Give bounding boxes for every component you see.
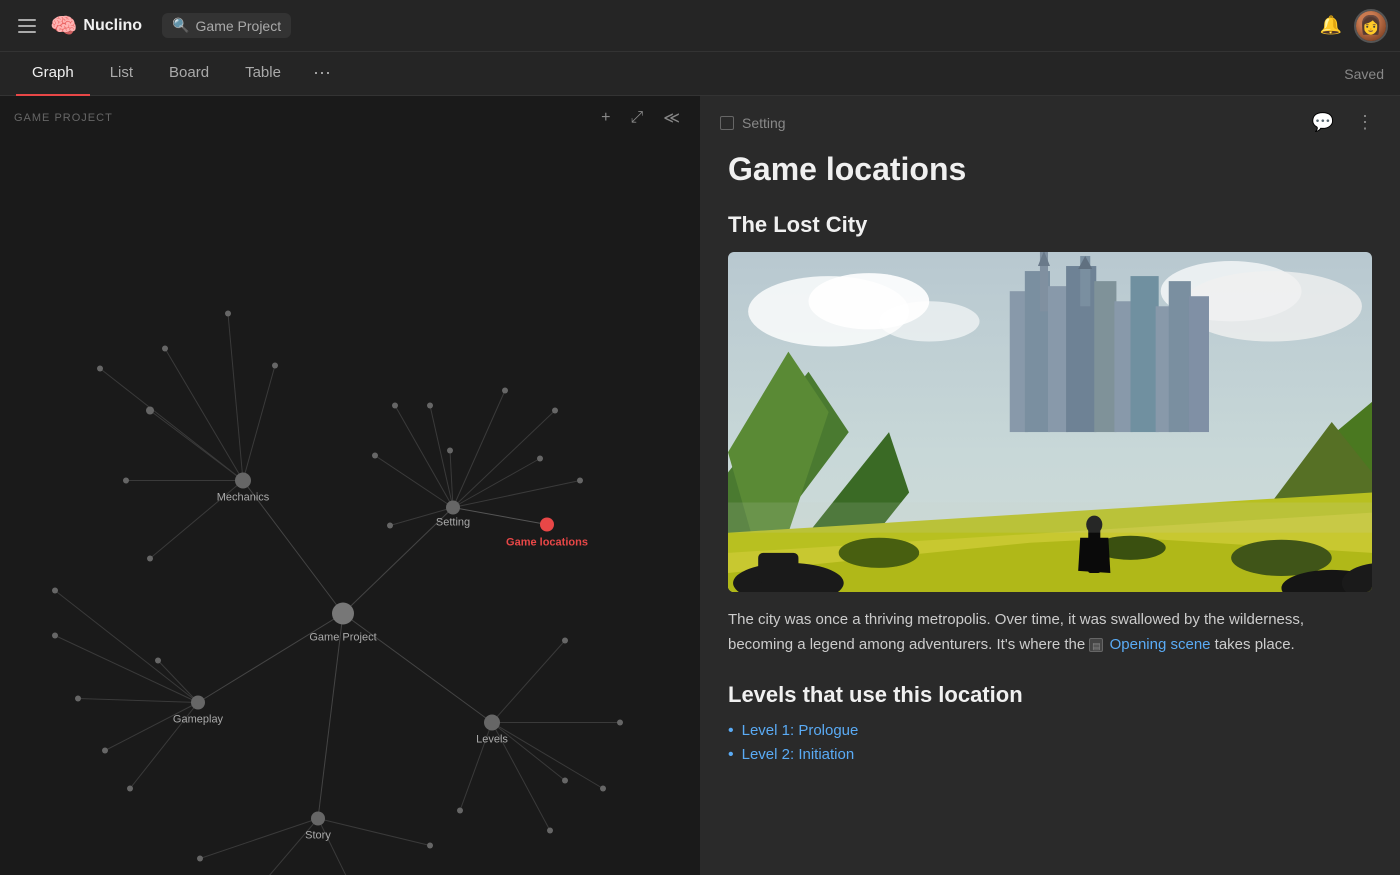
search-icon: 🔍 (172, 17, 189, 34)
doc-header: Setting 💬 ⋮ (700, 96, 1400, 143)
svg-text:Game Project: Game Project (309, 632, 376, 644)
app-name: Nuclino (83, 17, 142, 35)
doc-actions: 💬 ⋮ (1306, 110, 1380, 135)
graph-panel: GAME PROJECT + ⤢ ≪ (0, 96, 700, 875)
brain-icon: 🧠 (50, 13, 77, 39)
more-options-icon[interactable]: ⋯ (309, 59, 335, 88)
collapse-button[interactable]: ≪ (657, 106, 686, 130)
breadcrumb: Setting (720, 115, 786, 131)
svg-text:Gameplay: Gameplay (173, 714, 224, 726)
breadcrumb-text: Setting (742, 115, 786, 131)
opening-scene-link[interactable]: Opening scene (1110, 636, 1211, 653)
avatar-image: 👩 (1356, 9, 1386, 43)
doc-paragraph: The city was once a thriving metropolis.… (728, 608, 1372, 658)
notification-bell-icon[interactable]: 🔔 (1320, 15, 1342, 36)
graph-canvas[interactable]: Game Project Mechanics Setting Game loca… (0, 96, 700, 875)
tab-table[interactable]: Table (229, 52, 297, 96)
comment-button[interactable]: 💬 (1306, 110, 1340, 135)
top-nav: 🧠 Nuclino 🔍 Game Project 🔔 👩 (0, 0, 1400, 52)
more-options-button[interactable]: ⋮ (1350, 110, 1380, 135)
svg-text:Game locations: Game locations (506, 537, 588, 549)
graph-controls: + ⤢ ≪ (595, 106, 686, 130)
breadcrumb-checkbox[interactable] (720, 116, 734, 130)
nav-right: 🔔 👩 (1320, 9, 1388, 43)
graph-panel-title: GAME PROJECT (14, 112, 113, 124)
level-2-item[interactable]: Level 2: Initiation (728, 746, 1372, 764)
tab-board[interactable]: Board (153, 52, 225, 96)
search-bar[interactable]: 🔍 Game Project (162, 13, 291, 38)
levels-list: Level 1: Prologue Level 2: Initiation (728, 722, 1372, 764)
tab-graph[interactable]: Graph (16, 52, 90, 96)
tab-list[interactable]: List (94, 52, 149, 96)
logo-area: 🧠 Nuclino (50, 13, 142, 39)
main-area: GAME PROJECT + ⤢ ≪ (0, 96, 1400, 875)
hamburger-menu[interactable] (12, 13, 42, 39)
add-node-button[interactable]: + (595, 106, 616, 130)
link-icon: ▤ (1089, 638, 1103, 652)
section1-heading: The Lost City (728, 212, 1372, 238)
svg-text:Story: Story (305, 830, 331, 842)
svg-text:Levels: Levels (476, 734, 508, 746)
svg-text:Setting: Setting (436, 517, 470, 529)
doc-title: Game locations (728, 151, 1372, 188)
search-text: Game Project (196, 18, 282, 34)
saved-label: Saved (1344, 66, 1384, 82)
tab-bar: Graph List Board Table ⋯ Saved (0, 52, 1400, 96)
doc-content: Game locations The Lost City (700, 143, 1400, 875)
graph-header: GAME PROJECT + ⤢ ≪ (0, 96, 700, 140)
city-image (728, 252, 1372, 592)
svg-text:Mechanics: Mechanics (217, 492, 270, 504)
doc-panel: Setting 💬 ⋮ Game locations The Lost City (700, 96, 1400, 875)
user-avatar[interactable]: 👩 (1354, 9, 1388, 43)
section2-heading: Levels that use this location (728, 682, 1372, 708)
level-1-item[interactable]: Level 1: Prologue (728, 722, 1372, 740)
expand-button[interactable]: ⤢ (624, 106, 649, 130)
